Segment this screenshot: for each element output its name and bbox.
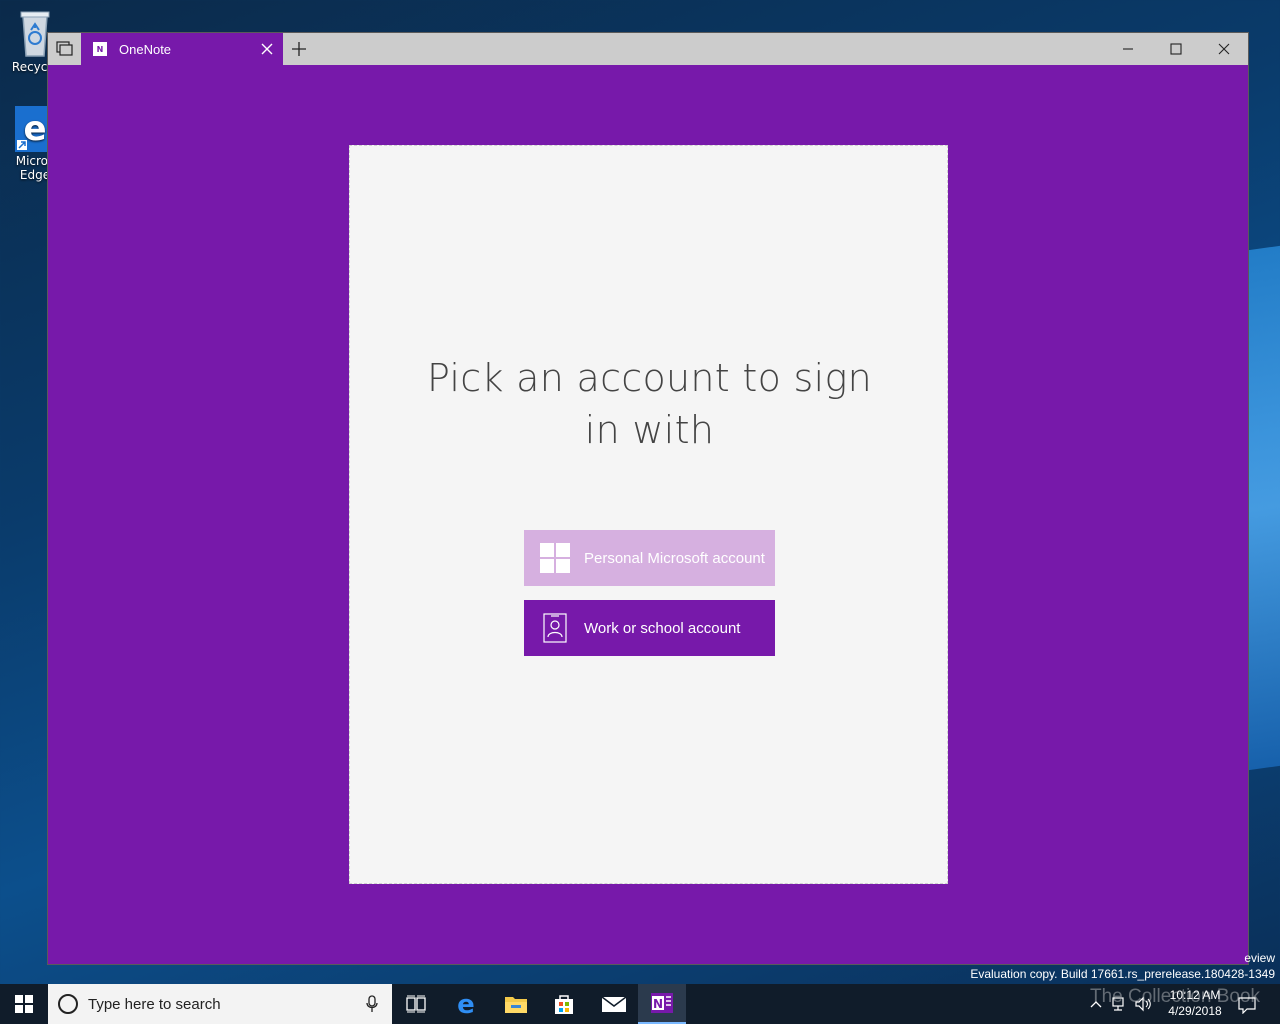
close-tab-icon[interactable]: [259, 41, 275, 57]
eval-text-fragment: eview: [1244, 951, 1275, 965]
onenote-icon: N: [651, 993, 673, 1013]
title-bar: N OneNote: [48, 33, 1248, 65]
account-picker-dialog: Pick an account to sign in with Personal…: [349, 145, 948, 884]
onenote-window: N OneNote Pick an account to sign in wit…: [47, 32, 1249, 965]
store-bag-icon: [555, 995, 573, 1014]
personal-account-button[interactable]: Personal Microsoft account: [524, 530, 775, 586]
svg-text:N: N: [653, 997, 663, 1011]
task-view-button[interactable]: [392, 984, 440, 1024]
personal-account-label: Personal Microsoft account: [584, 549, 765, 567]
taskbar-mail-button[interactable]: [590, 984, 638, 1024]
dialog-title: Pick an account to sign in with: [427, 356, 872, 452]
minimize-icon: [1123, 48, 1133, 50]
evaluation-copy-text: Evaluation copy. Build 17661.rs_prerelea…: [970, 967, 1275, 981]
set-aside-tabs-icon[interactable]: [56, 41, 74, 57]
maximize-icon: [1170, 43, 1182, 55]
edge-icon: e: [457, 992, 475, 1016]
close-icon: [1218, 43, 1230, 55]
close-window-button[interactable]: [1201, 33, 1247, 65]
taskbar-search-box[interactable]: [48, 984, 392, 1024]
windows-logo-icon: [540, 543, 570, 573]
badge-person-icon: [543, 613, 567, 643]
taskbar: e N: [0, 984, 1280, 1024]
search-input[interactable]: [88, 995, 358, 1013]
taskbar-store-button[interactable]: [540, 984, 588, 1024]
work-school-account-button[interactable]: Work or school account: [524, 600, 775, 656]
cortana-circle-icon: [58, 994, 78, 1014]
folder-icon: [505, 997, 527, 1013]
new-tab-plus-icon[interactable]: [291, 41, 307, 57]
work-school-account-label: Work or school account: [584, 619, 741, 637]
maximize-button[interactable]: [1153, 33, 1199, 65]
taskbar-file-explorer-button[interactable]: [492, 984, 540, 1024]
onenote-app-icon: N: [93, 42, 107, 56]
task-view-icon: [406, 995, 426, 1013]
taskbar-edge-button[interactable]: e: [442, 984, 490, 1024]
watermark-text: The Collection Book: [1090, 986, 1261, 1007]
minimize-button[interactable]: [1105, 33, 1151, 65]
start-button[interactable]: [0, 984, 48, 1024]
taskbar-onenote-button[interactable]: N: [638, 984, 686, 1024]
microphone-icon[interactable]: [366, 995, 378, 1013]
windows-start-icon: [15, 995, 33, 1013]
tab-title: OneNote: [119, 41, 172, 57]
tab-onenote[interactable]: N OneNote: [81, 33, 283, 65]
mail-icon: [601, 996, 627, 1012]
svg-text:e: e: [457, 992, 475, 1016]
